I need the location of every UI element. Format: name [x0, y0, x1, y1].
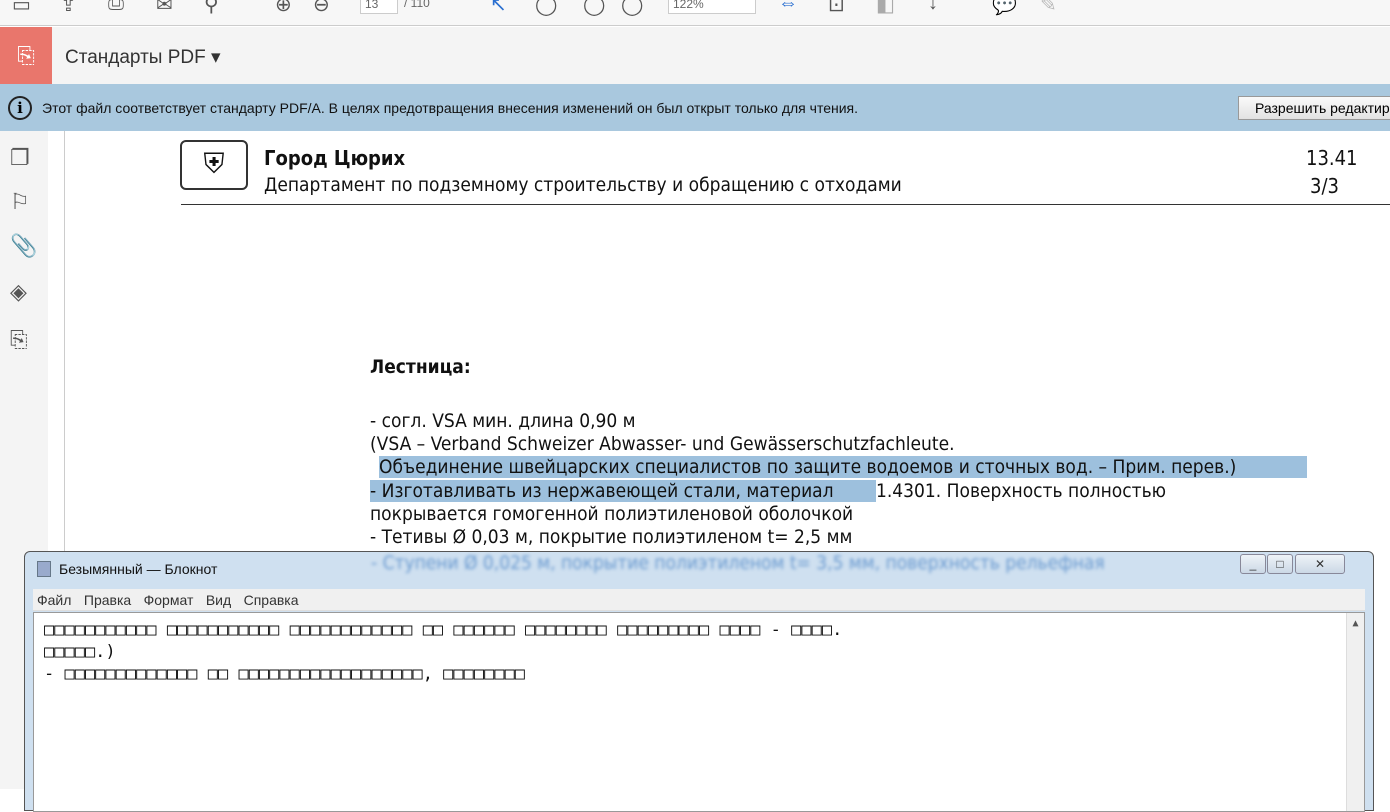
zoom-in-icon[interactable]: ◯ — [621, 0, 643, 17]
page-edge — [64, 131, 65, 551]
scroll-icon[interactable]: ↓ — [928, 0, 938, 15]
prev-page-icon[interactable]: ⊕ — [275, 0, 292, 17]
page-number-input[interactable]: 13 — [360, 0, 398, 14]
pdf-standards-icon[interactable]: ⎘ — [0, 27, 52, 84]
search-icon[interactable]: ⚲ — [204, 0, 219, 17]
menu-bar: Файл Правка Формат Вид Справка — [33, 589, 1365, 611]
menu-edit[interactable]: Правка — [80, 589, 135, 611]
zurich-coat-of-arms-logo: ⛨ — [180, 140, 248, 190]
doc-line-selected: - Изготавливать из нержавеющей стали, ма… — [370, 480, 876, 502]
info-icon: i — [8, 96, 32, 120]
header-number: 13.41 — [1306, 146, 1358, 170]
rotate-icon[interactable]: ◧ — [876, 0, 895, 17]
doc-line-selected: Объединение швейцарских специалистов по … — [379, 456, 1307, 478]
next-page-icon[interactable]: ⊖ — [313, 0, 330, 17]
standards-bar: ⎘ Стандарты PDF ▾ — [0, 27, 1390, 84]
zoom-input[interactable]: 122% — [668, 0, 756, 14]
header-department: Департамент по подземному строительству … — [264, 174, 902, 196]
pages-icon[interactable]: ❐ — [10, 145, 30, 171]
doc-line: покрывается гомогенной полиэтиленовой об… — [370, 503, 854, 525]
notepad-icon — [37, 561, 51, 577]
header-city: Город Цюрих — [264, 146, 406, 170]
zoom-out-icon[interactable]: ◯ — [583, 0, 605, 17]
editor-content: □□□□□□□□□□□ □□□□□□□□□□□ □□□□□□□□□□□□ □□ … — [44, 620, 843, 684]
select-tool-icon[interactable]: ↖ — [490, 0, 507, 17]
doc-line: (VSA – Verband Schweizer Abwasser- und G… — [370, 433, 955, 455]
page-total: / 110 — [404, 0, 430, 10]
menu-format[interactable]: Формат — [140, 589, 198, 611]
notepad-window: - Ступени Ø 0,025 м, покрытие полиэтилен… — [24, 551, 1374, 812]
attachment-icon[interactable]: 📎 — [10, 233, 37, 259]
enable-editing-button[interactable]: Разрешить редактирование — [1238, 96, 1390, 120]
window-title: Безымянный — Блокнот — [59, 561, 218, 577]
minimize-button[interactable]: _ — [1240, 554, 1266, 574]
layers-icon[interactable]: ◈ — [10, 279, 27, 305]
header-page: 3/3 — [1310, 174, 1339, 198]
info-message: Этот файл соответствует стандарту PDF/A.… — [42, 100, 859, 116]
text-editor[interactable]: □□□□□□□□□□□ □□□□□□□□□□□ □□□□□□□□□□□□ □□ … — [33, 612, 1365, 812]
info-bar: i Этот файл соответствует стандарту PDF/… — [0, 84, 1390, 131]
toolbar: ▭ ⇪ ⎙ ✉ ⚲ ⊕ ⊖ 13 / 110 ↖ ◯ ◯ ◯ 122% ⇔ ⊡ … — [0, 0, 1390, 26]
fit-width-icon[interactable]: ⇔ — [778, 0, 798, 15]
standards-icon[interactable]: ⎘ — [10, 327, 28, 353]
doc-line: 1.4301. Поверхность полностью — [876, 480, 1167, 502]
maximize-button[interactable]: □ — [1267, 554, 1293, 574]
menu-help[interactable]: Справка — [240, 589, 303, 611]
doc-line: - согл. VSA мин. длина 0,90 м — [370, 410, 636, 432]
doc-line-behind-glass: - Ступени Ø 0,025 м, покрытие полиэтилен… — [371, 552, 1105, 574]
vertical-scrollbar[interactable]: ▲ — [1346, 613, 1364, 811]
doc-line: - Тетивы Ø 0,03 м, покрытие полиэтиленом… — [370, 526, 853, 548]
print-icon[interactable]: ⎙ — [108, 0, 124, 15]
menu-view[interactable]: Вид — [202, 589, 235, 611]
sign-icon[interactable]: ✎ — [1040, 0, 1057, 17]
fit-page-icon[interactable]: ⊡ — [828, 0, 845, 17]
section-heading: Лестница: — [370, 356, 471, 378]
upload-icon[interactable]: ⇪ — [60, 0, 77, 17]
menu-file[interactable]: Файл — [33, 589, 75, 611]
comment-icon[interactable]: 💬 — [992, 0, 1017, 17]
close-button[interactable]: ✕ — [1295, 554, 1345, 574]
header-rule — [181, 204, 1390, 205]
hand-tool-icon[interactable]: ◯ — [535, 0, 557, 17]
email-icon[interactable]: ✉ — [156, 0, 173, 17]
bookmark-icon[interactable]: ⚐ — [10, 189, 30, 215]
standards-dropdown[interactable]: Стандарты PDF ▾ — [65, 46, 221, 69]
save-icon[interactable]: ▭ — [12, 0, 31, 17]
